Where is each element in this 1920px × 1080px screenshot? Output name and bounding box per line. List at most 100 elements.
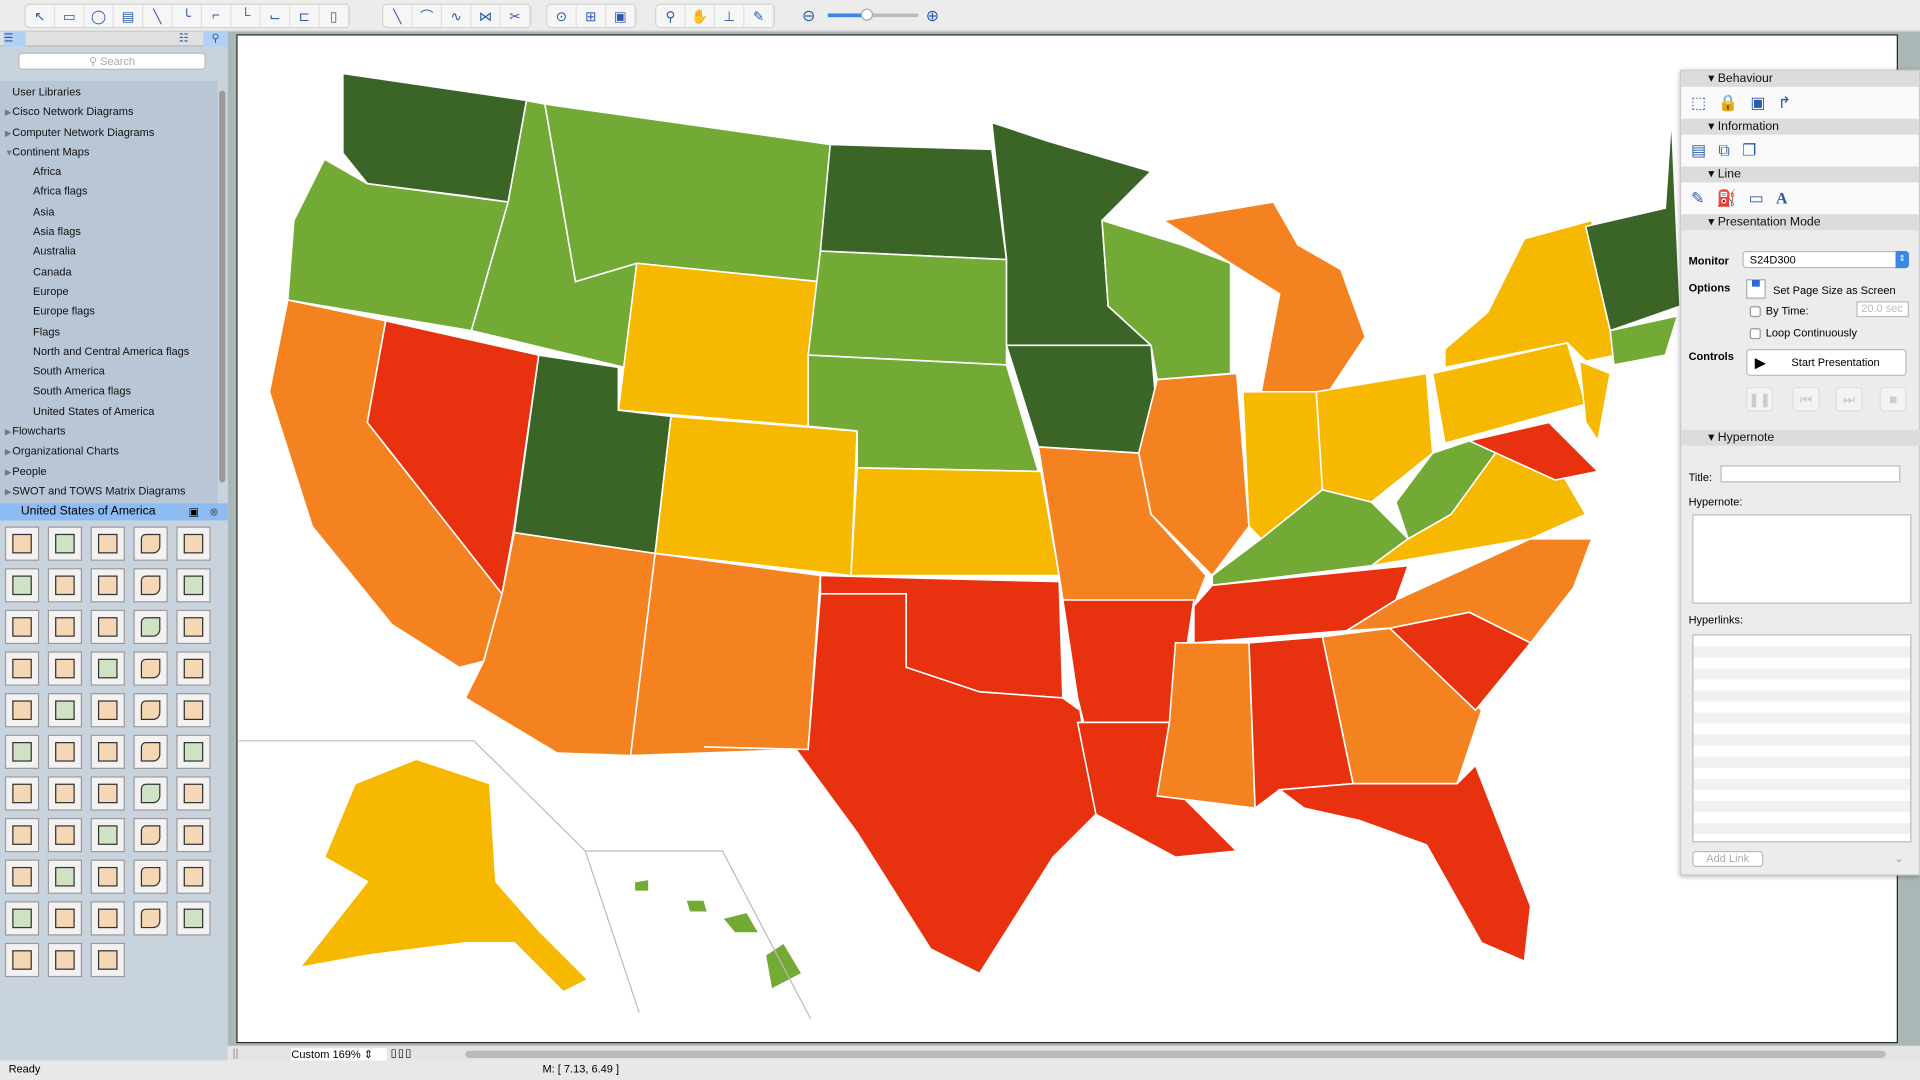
state-shape-tile[interactable]	[90, 568, 125, 603]
library-tree-item[interactable]: Africa flags	[0, 182, 218, 202]
connector-direct-tool-icon[interactable]: ╲	[143, 4, 173, 27]
presentation-section-header[interactable]: ▾ Presentation Mode	[1681, 214, 1919, 231]
hyperlinks-list[interactable]	[1692, 634, 1912, 843]
text-format-icon[interactable]: A	[1776, 189, 1787, 209]
behaviour-section-header[interactable]: ▾ Behaviour	[1681, 71, 1919, 87]
state-shape-tile[interactable]	[4, 568, 40, 603]
state-shape-tile[interactable]	[47, 817, 83, 853]
library-tree-item[interactable]: ▶Computer Network Diagrams	[0, 122, 218, 142]
library-tree-item[interactable]: ▶SWOT and TOWS Matrix Diagrams	[0, 481, 218, 501]
pause-button[interactable]: ❚❚	[1746, 386, 1774, 412]
text-box-tool-icon[interactable]: ▤	[114, 4, 144, 27]
state-shape-tile[interactable]	[4, 776, 40, 811]
state-shape-tile[interactable]	[90, 526, 125, 561]
zoom-tool-icon[interactable]: ⚲	[656, 4, 686, 27]
horizontal-scrollbar[interactable]	[465, 1050, 1886, 1058]
by-time-field[interactable]: 20.0 sec	[1856, 301, 1909, 318]
state-shape-tile[interactable]	[133, 734, 168, 769]
state-shape-tile[interactable]	[4, 942, 40, 978]
state-shape-tile[interactable]	[133, 859, 168, 894]
state-shape-tile[interactable]	[4, 693, 40, 728]
list-view-icon[interactable]: ☷	[179, 32, 189, 45]
split-handle[interactable]: ||	[233, 1047, 239, 1059]
state-shape-tile[interactable]	[47, 526, 83, 561]
line-brush-icon[interactable]: ✎	[1691, 189, 1704, 209]
connector-segmented-tool-icon[interactable]: ⌐	[202, 4, 232, 27]
library-tree-item[interactable]: ▶Organizational Charts	[0, 441, 218, 461]
lock-icon[interactable]: 🔒	[1718, 93, 1738, 113]
library-tree-item[interactable]: United States of America	[0, 401, 218, 421]
state-shape-tile[interactable]	[90, 776, 125, 811]
state-shape-tile[interactable]	[47, 651, 83, 686]
library-tree-item[interactable]: Australia	[0, 242, 218, 262]
state-shape-tile[interactable]	[176, 817, 211, 853]
library-tree-item[interactable]: ▼Continent Maps	[0, 142, 218, 162]
state-shape-tile[interactable]	[4, 859, 40, 894]
library-tree-item[interactable]: Canada	[0, 262, 218, 282]
library-tree-item[interactable]: North and Central America flags	[0, 341, 218, 361]
polyline-tool-icon[interactable]: ⋈	[471, 4, 501, 27]
state-shape-tile[interactable]	[47, 693, 83, 728]
tree-view-icon[interactable]: ☰	[3, 31, 26, 47]
library-tree-item[interactable]: Asia flags	[0, 222, 218, 242]
tree-tool-icon[interactable]: ⊞	[577, 4, 607, 27]
state-shape-tile[interactable]	[47, 609, 83, 645]
library-tree-item[interactable]: User Libraries	[0, 82, 218, 102]
state-shape-tile[interactable]	[133, 609, 168, 645]
state-shape-tile[interactable]	[4, 651, 40, 686]
hypernote-field[interactable]	[1692, 514, 1912, 604]
next-button[interactable]: ⏭	[1835, 386, 1863, 412]
search-toggle-icon[interactable]: ⚲	[203, 31, 228, 47]
line-section-header[interactable]: ▾ Line	[1681, 166, 1919, 183]
state-shape-tile[interactable]	[47, 568, 83, 603]
connector-orthogonal-tool-icon[interactable]: └	[231, 4, 261, 27]
ellipse-tool-icon[interactable]: ◯	[84, 4, 114, 27]
chain-tool-icon[interactable]: ⊙	[547, 4, 577, 27]
library-tree-item[interactable]: Africa	[0, 162, 218, 182]
state-shape-tile[interactable]	[133, 568, 168, 603]
state-shape-tile[interactable]	[47, 942, 83, 978]
connector-smart-tool-icon[interactable]: ⌙	[261, 4, 291, 27]
state-shape-tile[interactable]	[4, 817, 40, 853]
close-library-icon[interactable]: ⊗	[209, 503, 218, 520]
zoom-in-icon[interactable]: ⊕	[926, 6, 939, 26]
state-shape-tile[interactable]	[176, 609, 211, 645]
state-shape-tile[interactable]	[90, 901, 125, 936]
add-link-button[interactable]: Add Link	[1692, 851, 1764, 867]
state-shape-tile[interactable]	[90, 609, 125, 645]
state-shape-tile[interactable]	[90, 651, 125, 686]
state-shape-tile[interactable]	[133, 817, 168, 853]
state-shape-tile[interactable]	[133, 901, 168, 936]
state-shape-tile[interactable]	[176, 734, 211, 769]
start-presentation-button[interactable]: ▶ Start Presentation	[1746, 348, 1907, 376]
state-shape-tile[interactable]	[90, 734, 125, 769]
pointer-tool-icon[interactable]: ↖	[26, 4, 56, 27]
state-shape-tile[interactable]	[90, 693, 125, 728]
library-tree-item[interactable]: South America	[0, 361, 218, 381]
state-shape-tile[interactable]	[176, 693, 211, 728]
title-field[interactable]	[1720, 465, 1901, 483]
save-library-icon[interactable]: ▣	[189, 503, 199, 520]
state-shape-tile[interactable]	[133, 776, 168, 811]
library-tree-item[interactable]: Europe	[0, 282, 218, 302]
selection-icon[interactable]: ⬚	[1691, 93, 1706, 113]
sidebar-scrollbar[interactable]	[219, 90, 226, 483]
monitor-select[interactable]: S24D300 ⇕	[1742, 251, 1909, 269]
state-shape-tile[interactable]	[47, 776, 83, 811]
scissors-tool-icon[interactable]: ✂	[501, 4, 531, 27]
stamp-tool-icon[interactable]: ⊥	[715, 4, 745, 27]
library-tree-item[interactable]: Asia	[0, 202, 218, 222]
rectangle-tool-icon[interactable]: ▭	[55, 4, 85, 27]
search-input[interactable]: ⚲ Search	[18, 52, 206, 70]
drawing-page[interactable]	[236, 34, 1898, 1044]
zoom-out-icon[interactable]: ⊖	[802, 6, 815, 26]
state-shape-tile[interactable]	[4, 609, 40, 645]
page-view-icons[interactable]: ▯▯▯	[391, 1047, 413, 1060]
state-shape-tile[interactable]	[90, 942, 125, 978]
arc-tool-icon[interactable]: ⌒	[413, 4, 443, 27]
information-section-header[interactable]: ▾ Information	[1681, 118, 1919, 135]
line-tool-icon[interactable]: ╲	[383, 4, 413, 27]
stop-button[interactable]: ■	[1879, 386, 1907, 412]
rotate-icon[interactable]: ↱	[1778, 93, 1791, 113]
state-shape-tile[interactable]	[4, 734, 40, 769]
